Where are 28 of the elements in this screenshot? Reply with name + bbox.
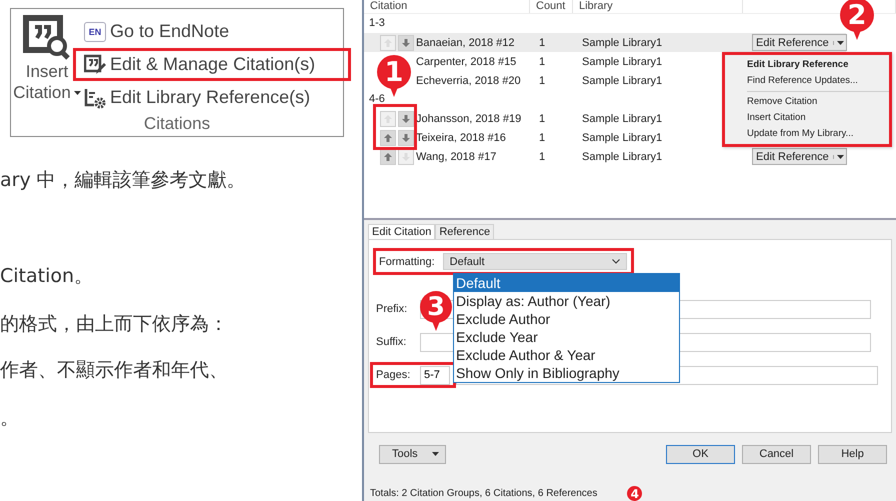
instruction-text: ary 中，編輯該筆參考文獻。 [0, 168, 247, 193]
endnote-icon: EN [84, 22, 106, 42]
count-cell-text: 1 [539, 112, 546, 124]
library-cell-text: Sample Library1 [582, 36, 664, 48]
status-text: Totals: 2 Citation Groups, 6 Citations, 6 References [370, 488, 598, 499]
citation-cell-text: Teixeira, 2018 #16 [416, 132, 507, 144]
count-cell-text: 1 [539, 150, 546, 162]
instruction-text: 。 [0, 406, 20, 431]
count-cell-text: 1 [539, 74, 546, 86]
instruction-text: 的格式，由上而下依序為： [0, 312, 229, 337]
citation-cell-text: Johansson, 2018 #19 [416, 112, 522, 124]
callout-marker: 4 [627, 486, 642, 501]
citation-cell-text: Banaeian, 2018 #12 [416, 36, 516, 48]
count-cell-text: 1 [539, 36, 546, 48]
count-cell-text: 1 [539, 132, 546, 144]
citation-cell-text: Carpenter, 2018 #15 [416, 56, 518, 68]
instruction-text: 作者、不顯示作者和年代、 [0, 358, 229, 383]
count-cell-text: 1 [539, 56, 546, 68]
instruction-text: Citation。 [0, 264, 94, 289]
library-cell-text: Sample Library1 [582, 150, 664, 162]
field-label: Suffix: [376, 336, 408, 348]
field-label: Formatting: [379, 256, 435, 268]
field-label: Pages: [376, 369, 412, 381]
field-label: Prefix: [376, 303, 408, 315]
citation-cell-text: Echeverria, 2018 #20 [416, 74, 522, 86]
group-label: 1-3 [369, 16, 385, 31]
group-label: Citations [142, 114, 212, 135]
citation-cell-text: Wang, 2018 #17 [416, 150, 498, 162]
